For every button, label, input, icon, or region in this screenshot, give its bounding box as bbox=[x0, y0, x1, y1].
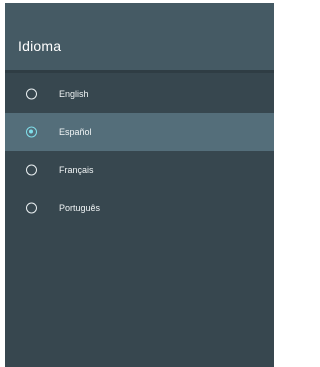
radio-icon bbox=[26, 88, 37, 100]
radio-icon bbox=[26, 164, 37, 176]
language-label: Español bbox=[59, 127, 92, 137]
language-settings-screen: Idioma English Español Français Portuguê… bbox=[5, 3, 274, 367]
header: Idioma bbox=[5, 3, 274, 70]
radio-checked-icon bbox=[26, 126, 37, 138]
page-title: Idioma bbox=[18, 38, 62, 54]
language-option-english[interactable]: English bbox=[5, 75, 274, 113]
language-label: Français bbox=[59, 165, 94, 175]
language-label: Português bbox=[59, 203, 101, 213]
language-label: English bbox=[59, 89, 89, 99]
language-option-espanol[interactable]: Español bbox=[5, 113, 274, 151]
language-list: English Español Français Português bbox=[5, 73, 274, 227]
language-option-portugues[interactable]: Português bbox=[5, 189, 274, 227]
language-option-francais[interactable]: Français bbox=[5, 151, 274, 189]
radio-icon bbox=[26, 202, 37, 214]
